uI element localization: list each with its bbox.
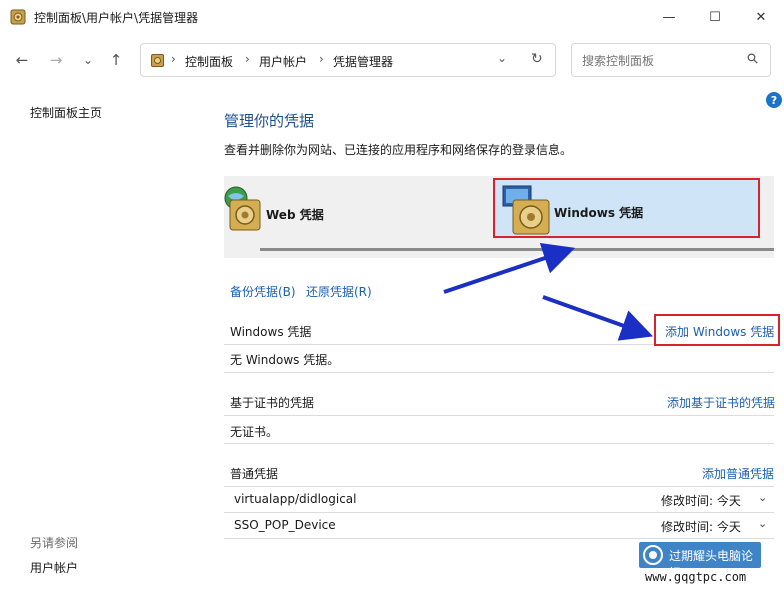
tile-windows-label: Windows 凭据 [554,206,644,220]
arrow-to-add-windows-credential [541,293,654,341]
divider [224,538,774,539]
windows-credentials-heading: Windows 凭据 [230,325,312,339]
breadcrumb-separator: › [319,52,324,66]
sidebar-home-link[interactable]: 控制面板主页 [30,104,102,121]
title-bar: 控制面板\用户帐户\凭据管理器 — ☐ ✕ [0,0,784,34]
see-also-label: 另请参阅 [30,536,79,550]
generic-credentials-heading: 普通凭据 [230,467,279,481]
address-bar[interactable]: › 控制面板 › 用户帐户 › 凭据管理器 ⌄ ↻ [140,43,556,77]
tile-web-credentials[interactable]: Web 凭据 [224,182,424,234]
web-vault-icon [224,186,261,231]
close-button[interactable]: ✕ [738,0,784,34]
highlight-box [654,314,780,346]
back-arrow-icon[interactable]: ← [12,50,32,70]
watermark-logo-icon [643,545,663,565]
tile-scrollbar[interactable] [260,248,774,251]
divider [224,372,774,373]
credential-name: SSO_POP_Device [234,518,336,532]
windows-credentials-empty: 无 Windows 凭据。 [230,353,340,367]
search-icon[interactable]: ⚲ [744,50,763,69]
breadcrumb-control-panel[interactable]: 控制面板 [185,53,233,70]
credential-modified-time: 修改时间: 今天 [661,494,741,508]
window-title: 控制面板\用户帐户\凭据管理器 [34,11,199,25]
maximize-button[interactable]: ☐ [692,0,738,34]
control-panel-icon [151,54,164,67]
certificate-credentials-heading: 基于证书的凭据 [230,396,315,410]
refresh-icon[interactable]: ↻ [531,51,543,67]
backup-credentials-link[interactable]: 备份凭据(B) [230,283,296,300]
watermark-badge: 过期耀头电脑论坛 [639,542,761,580]
windows-vault-icon [502,185,550,235]
sidebar-user-accounts-link[interactable]: 用户帐户 [30,559,78,576]
watermark-url: www.gqgtpc.com [645,570,747,584]
credential-modified-time: 修改时间: 今天 [661,520,741,534]
page-description: 查看并删除你为网站、已连接的应用程序和网络保存的登录信息。 [224,143,573,157]
breadcrumb-separator: › [171,52,176,66]
address-row: ← → ⌄ ↑ › 控制面板 › 用户帐户 › 凭据管理器 ⌄ ↻ ⚲ [0,38,784,82]
credential-type-selector: Web 凭据 Windows 凭据 [224,176,774,258]
search-box[interactable]: ⚲ [571,43,771,77]
search-input[interactable] [580,51,744,71]
forward-arrow-icon[interactable]: → [46,50,66,70]
expand-chevron-icon[interactable]: ⌄ [758,491,767,504]
tile-windows-credentials[interactable]: Windows 凭据 [493,178,760,238]
address-dropdown-icon[interactable]: ⌄ [497,51,507,65]
restore-credentials-link[interactable]: 还原凭据(R) [306,283,372,300]
add-certificate-credential-link[interactable]: 添加基于证书的凭据 [667,394,775,411]
breadcrumb-user-accounts[interactable]: 用户帐户 [259,53,307,70]
tile-web-label: Web 凭据 [266,208,324,222]
recent-locations-chevron-icon[interactable]: ⌄ [78,50,98,70]
arrow-to-windows-tile [442,242,576,296]
minimize-button[interactable]: — [646,0,692,34]
credential-name: virtualapp/didlogical [234,492,357,506]
credential-manager-icon [10,9,26,25]
help-icon[interactable]: ? [766,92,782,108]
add-generic-credential-link[interactable]: 添加普通凭据 [702,465,774,482]
breadcrumb-credential-manager[interactable]: 凭据管理器 [333,53,393,70]
divider [224,486,774,487]
divider [224,415,774,416]
divider [224,512,774,513]
divider [224,443,774,444]
up-arrow-icon[interactable]: ↑ [106,50,126,70]
certificate-credentials-empty: 无证书。 [230,425,279,439]
page-title: 管理你的凭据 [224,112,315,130]
expand-chevron-icon[interactable]: ⌄ [758,517,767,530]
breadcrumb-separator: › [245,52,250,66]
